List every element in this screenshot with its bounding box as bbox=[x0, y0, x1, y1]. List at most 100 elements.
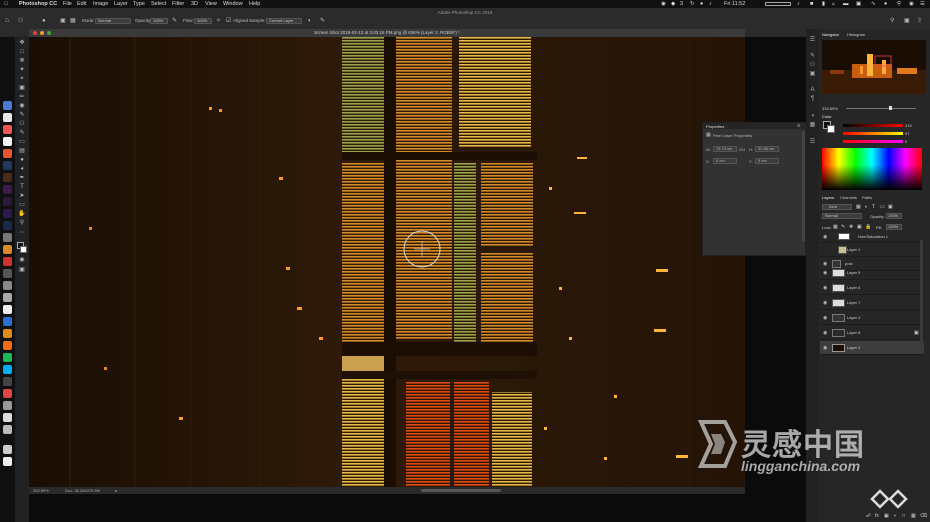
downloads-icon[interactable] bbox=[3, 445, 12, 454]
layer-row[interactable]: ◉ Layer 6 bbox=[820, 281, 924, 295]
lock-position-icon[interactable]: ✥ bbox=[849, 224, 853, 230]
screen-mode-icon[interactable]: ▣ bbox=[18, 267, 26, 274]
volume-icon[interactable]: ♪ bbox=[797, 0, 800, 8]
trash-icon[interactable] bbox=[3, 457, 12, 466]
list-icon[interactable]: ☰ bbox=[920, 0, 925, 8]
flow-input[interactable]: 100% bbox=[194, 18, 212, 24]
appstore-icon[interactable] bbox=[3, 317, 12, 326]
wifi-icon[interactable]: ∿ bbox=[871, 0, 876, 8]
magic-wand-icon[interactable]: ✦ bbox=[18, 67, 26, 74]
background-color-swatch[interactable] bbox=[20, 246, 27, 253]
airbrush-icon[interactable]: ✧ bbox=[216, 17, 221, 25]
brush-settings-icon[interactable]: ▦ bbox=[70, 17, 76, 25]
layer-name[interactable]: Layer 2 bbox=[847, 341, 860, 355]
navigator-preview[interactable] bbox=[822, 40, 926, 94]
layer-row[interactable]: Layer 1 bbox=[820, 243, 924, 257]
lock-pixels-icon[interactable]: ✎ bbox=[841, 224, 845, 230]
y-input[interactable]: 0 cm bbox=[755, 158, 779, 164]
visibility-icon[interactable]: ◉ bbox=[823, 270, 829, 276]
mute-icon[interactable]: ■ bbox=[810, 0, 813, 8]
app-icon[interactable] bbox=[3, 233, 12, 242]
layer-name[interactable]: Layer 1 bbox=[847, 243, 860, 257]
menu-type[interactable]: Type bbox=[133, 0, 145, 8]
history-brush-icon[interactable]: ✎ bbox=[18, 130, 26, 137]
link-layers-icon[interactable]: ☍ bbox=[866, 513, 871, 519]
navigator-zoom-slider[interactable] bbox=[846, 108, 916, 109]
blend-mode-select[interactable]: Normal bbox=[822, 213, 862, 219]
layer-name[interactable]: Layer 6 bbox=[847, 281, 860, 295]
minimize-button[interactable] bbox=[40, 31, 44, 35]
aligned-checkbox[interactable]: ☑ bbox=[226, 17, 231, 25]
blender-icon[interactable] bbox=[3, 245, 12, 254]
photoshop-icon[interactable] bbox=[3, 161, 12, 170]
app-white2-icon[interactable] bbox=[3, 413, 12, 422]
g-value[interactable]: 97 bbox=[905, 131, 909, 136]
clone-stamp-icon[interactable]: ⚇ bbox=[18, 121, 26, 128]
layer-row[interactable]: ◉ Hue/Saturation 1 bbox=[820, 231, 924, 243]
app-orange-icon[interactable] bbox=[3, 341, 12, 350]
status-arrow-icon[interactable]: ▸ bbox=[115, 487, 117, 494]
opacity-input[interactable]: 100% bbox=[150, 18, 168, 24]
sample-select[interactable]: Current Layer bbox=[266, 18, 302, 24]
properties-scrollbar[interactable] bbox=[802, 131, 805, 241]
visibility-icon[interactable]: ◉ bbox=[823, 285, 829, 291]
premiere-icon[interactable] bbox=[3, 185, 12, 194]
move-tool-icon[interactable]: ✥ bbox=[18, 40, 26, 47]
layer-row[interactable]: ◉ Layer 5 bbox=[820, 266, 924, 280]
firefox-icon[interactable] bbox=[3, 149, 12, 158]
new-layer-icon[interactable]: ▦ bbox=[911, 513, 916, 519]
home-icon[interactable]: ⌂ bbox=[5, 17, 9, 25]
crop-tool-icon[interactable]: ⌖ bbox=[18, 76, 26, 83]
brush-tool-icon[interactable]: ✎ bbox=[18, 112, 26, 119]
visibility-icon[interactable]: ◉ bbox=[823, 234, 829, 240]
channels-tab[interactable]: Channels bbox=[840, 195, 857, 200]
mode-select[interactable]: Normal bbox=[95, 18, 131, 24]
navigator-tab[interactable]: Navigator bbox=[822, 32, 839, 37]
launchpad-icon[interactable] bbox=[3, 113, 12, 122]
adjustments-panel-icon[interactable]: ◑ bbox=[809, 113, 816, 120]
app-grey2-icon[interactable] bbox=[3, 401, 12, 410]
layer-name[interactable]: Layer 5 bbox=[847, 266, 860, 280]
horizontal-scrollbar[interactable] bbox=[421, 489, 501, 492]
pressure-opacity-icon[interactable]: ✎ bbox=[172, 17, 177, 25]
marquee-tool-icon[interactable]: □ bbox=[18, 49, 26, 56]
color-tab[interactable]: Color bbox=[822, 114, 832, 119]
filter-smart-icon[interactable]: ▣ bbox=[888, 204, 893, 210]
layer-row-selected[interactable]: ◉ Layer 2 bbox=[820, 341, 924, 355]
app-red2-icon[interactable] bbox=[3, 389, 12, 398]
indesign-icon[interactable] bbox=[3, 197, 12, 206]
clone-stamp-tool-icon[interactable]: ⚇ bbox=[18, 17, 23, 25]
quick-mask-icon[interactable]: ◉ bbox=[18, 257, 26, 264]
siri-icon[interactable]: ◉ bbox=[909, 0, 914, 8]
menu-filter[interactable]: Filter bbox=[172, 0, 184, 8]
image-canvas[interactable] bbox=[29, 37, 745, 487]
filter-adjust-icon[interactable]: ◑ bbox=[864, 204, 867, 210]
properties-tab[interactable]: Properties bbox=[706, 124, 724, 129]
histogram-tab[interactable]: Histogram bbox=[847, 32, 865, 37]
eraser-icon[interactable]: ▭ bbox=[18, 139, 26, 146]
apple-menu-icon[interactable]:  bbox=[4, 0, 8, 8]
menu-layer[interactable]: Layer bbox=[114, 0, 128, 8]
visibility-icon[interactable] bbox=[823, 247, 829, 253]
display-icon[interactable]: ▮ bbox=[822, 0, 825, 8]
app-photo-icon[interactable] bbox=[3, 425, 12, 434]
zoom-button[interactable] bbox=[47, 31, 51, 35]
finder-icon[interactable] bbox=[3, 101, 12, 110]
layer-name[interactable]: Layer 7 bbox=[847, 296, 860, 310]
speaker-icon[interactable]: ♪ bbox=[709, 0, 712, 8]
notification-count[interactable]: 3 bbox=[680, 0, 683, 8]
layer-row[interactable]: ◉ Layer 7 bbox=[820, 296, 924, 310]
app-dark2-icon[interactable] bbox=[3, 377, 12, 386]
menu-app[interactable]: Photoshop CC bbox=[19, 0, 57, 8]
more-tools-icon[interactable]: ⋯ bbox=[18, 230, 26, 237]
visibility-icon[interactable]: ◉ bbox=[823, 300, 829, 306]
color-bg-swatch[interactable] bbox=[827, 125, 835, 133]
zoom-tool-icon[interactable]: ⚲ bbox=[18, 220, 26, 227]
share-icon[interactable]: ⇧ bbox=[917, 17, 922, 25]
menu-image[interactable]: Image bbox=[93, 0, 108, 8]
bluetooth-icon[interactable]: ▵ bbox=[832, 0, 835, 8]
lightroom-icon[interactable] bbox=[3, 221, 12, 230]
filter-kind-select[interactable]: Kind bbox=[822, 204, 852, 210]
pen-tool-icon[interactable]: ✒ bbox=[18, 175, 26, 182]
visibility-icon[interactable]: ◉ bbox=[823, 345, 829, 351]
